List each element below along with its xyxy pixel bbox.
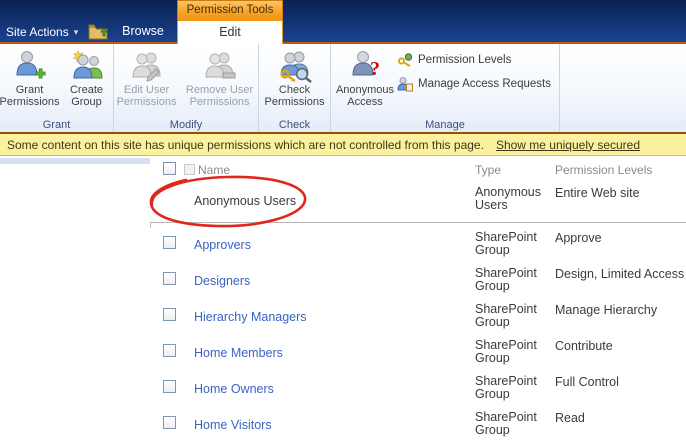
navigate-up-button[interactable] [88, 23, 108, 40]
remove-user-permissions-button[interactable]: Remove User Permissions [181, 48, 258, 108]
group-name-link[interactable]: Approvers [194, 238, 251, 252]
group-permissions: Entire Web site [555, 186, 640, 200]
group-name-link[interactable]: Designers [194, 274, 250, 288]
ribbon-group-modify: Edit User Permissions Remove User Permis… [114, 44, 259, 132]
group-type: SharePoint Group [475, 410, 537, 437]
checkbox-column-icon [184, 164, 195, 175]
remove-user-permissions-icon [205, 52, 236, 79]
group-type: SharePoint Group [475, 230, 537, 257]
tab-edit[interactable]: Edit [177, 21, 283, 44]
column-header-name: Name [198, 163, 231, 177]
ribbon-group-label-modify: Modify [169, 119, 203, 131]
button-label: Manage Access Requests [418, 77, 551, 90]
permissions-table: Name Type Permission Levels Anonymous Us… [150, 160, 686, 446]
tab-browse[interactable]: Browse [116, 21, 170, 42]
ribbon-group-grant: Grant Permissions Create Group Grant [0, 44, 114, 132]
group-type: SharePoint Group [475, 338, 537, 365]
row-checkbox[interactable] [163, 344, 176, 357]
row-checkbox[interactable] [163, 236, 176, 249]
group-name: Anonymous Users [194, 194, 297, 208]
button-label: Remove User Permissions [185, 84, 254, 108]
permission-levels-button[interactable]: Permission Levels [397, 49, 551, 70]
group-name-link[interactable]: Home Visitors [194, 418, 272, 432]
ribbon-group-check: Check Permissions Check [259, 44, 331, 132]
status-message: Some content on this site has unique per… [7, 137, 484, 152]
row-separator [150, 222, 686, 230]
contextual-tab-group-permission-tools: Permission Tools [177, 0, 283, 21]
site-actions-label: Site Actions [6, 25, 69, 39]
table-header-row: Name Type Permission Levels [150, 160, 686, 182]
group-name-link[interactable]: Hierarchy Managers [194, 310, 307, 324]
button-label: Anonymous Access [335, 84, 395, 108]
ribbon-group-manage: ? Anonymous Access Permission Levels Man… [331, 44, 560, 132]
button-label: Edit User Permissions [116, 84, 177, 108]
edit-user-permissions-button[interactable]: Edit User Permissions [114, 48, 179, 108]
table-row: Hierarchy Managers SharePoint Group Mana… [150, 302, 686, 338]
select-all-checkbox[interactable] [163, 162, 176, 175]
button-label: Grant Permissions [0, 84, 60, 108]
column-header-permissions: Permission Levels [555, 163, 653, 177]
create-group-icon [72, 50, 103, 79]
create-group-button[interactable]: Create Group [61, 48, 113, 108]
column-header-type: Type [475, 163, 502, 177]
button-label: Check Permissions [264, 84, 325, 108]
ribbon-group-label-grant: Grant [42, 119, 71, 131]
row-checkbox[interactable] [163, 380, 176, 393]
table-row: Home Members SharePoint Group Contribute [150, 338, 686, 374]
group-type: SharePoint Group [475, 302, 537, 329]
manage-access-requests-icon [397, 76, 413, 91]
edit-user-permissions-icon [132, 52, 161, 82]
table-row: Approvers SharePoint Group Approve [150, 230, 686, 266]
top-navigation-bar: Site Actions ▾ Browse Permission Tools E… [0, 0, 686, 44]
group-type: SharePoint Group [475, 266, 537, 293]
table-row: Designers SharePoint Group Design, Limit… [150, 266, 686, 302]
row-checkbox[interactable] [163, 308, 176, 321]
button-label: Create Group [69, 84, 104, 108]
button-label: Permission Levels [418, 53, 512, 66]
row-checkbox[interactable] [163, 416, 176, 429]
ribbon-group-label-check: Check [278, 119, 311, 131]
ribbon: Grant Permissions Create Group Grant Edi… [0, 44, 686, 132]
chevron-down-icon: ▾ [73, 26, 79, 37]
check-permissions-icon [279, 51, 312, 83]
svg-text:?: ? [370, 58, 380, 80]
folder-up-icon [88, 24, 108, 40]
group-permissions: Read [555, 411, 585, 425]
group-type: SharePoint Group [475, 374, 537, 401]
check-permissions-button[interactable]: Check Permissions [261, 48, 329, 108]
group-name-link[interactable]: Home Members [194, 346, 283, 360]
group-permissions: Manage Hierarchy [555, 303, 658, 317]
group-permissions: Design, Limited Access [555, 267, 685, 281]
table-row: Home Owners SharePoint Group Full Contro… [150, 374, 686, 410]
group-permissions: Approve [555, 231, 602, 245]
anonymous-access-button[interactable]: ? Anonymous Access [333, 48, 397, 108]
table-row-anonymous-users: Anonymous Users Anonymous Users Entire W… [150, 182, 686, 222]
grant-permissions-button[interactable]: Grant Permissions [0, 48, 60, 108]
anonymous-access-icon: ? [352, 51, 380, 80]
permission-levels-icon [397, 52, 413, 67]
row-checkbox[interactable] [163, 272, 176, 285]
group-permissions: Contribute [555, 339, 613, 353]
site-actions-menu[interactable]: Site Actions ▾ [6, 23, 78, 41]
table-row: Home Visitors SharePoint Group Read [150, 410, 686, 446]
quick-launch-top-strip [0, 158, 150, 164]
group-type: Anonymous Users [475, 185, 542, 212]
manage-access-requests-button[interactable]: Manage Access Requests [397, 73, 551, 94]
ribbon-group-label-manage: Manage [425, 119, 465, 131]
group-name-link[interactable]: Home Owners [194, 382, 274, 396]
group-permissions: Full Control [555, 375, 619, 389]
status-bar: Some content on this site has unique per… [0, 132, 686, 156]
grant-permissions-icon [15, 51, 46, 79]
show-uniquely-secured-link[interactable]: Show me uniquely secured [496, 138, 640, 152]
